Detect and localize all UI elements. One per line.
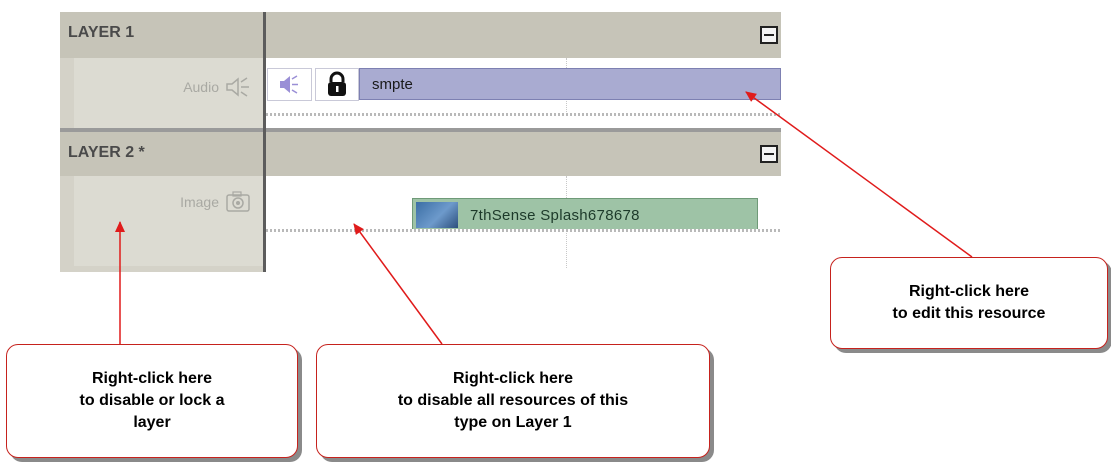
callout-edit-resource-text: Right-click here to edit this resource	[892, 283, 1046, 322]
callout-layer: Right-click here to disable or lock a la…	[6, 344, 298, 458]
callout-resource-type-text: Right-click here to disable all resource…	[397, 370, 629, 431]
arrow-resource	[745, 91, 973, 258]
callout-layer-text: Right-click here to disable or lock a la…	[79, 370, 225, 431]
callout-resource-type: Right-click here to disable all resource…	[316, 344, 710, 458]
arrow-type	[353, 223, 443, 345]
callout-edit-resource: Right-click here to edit this resource	[830, 257, 1108, 349]
